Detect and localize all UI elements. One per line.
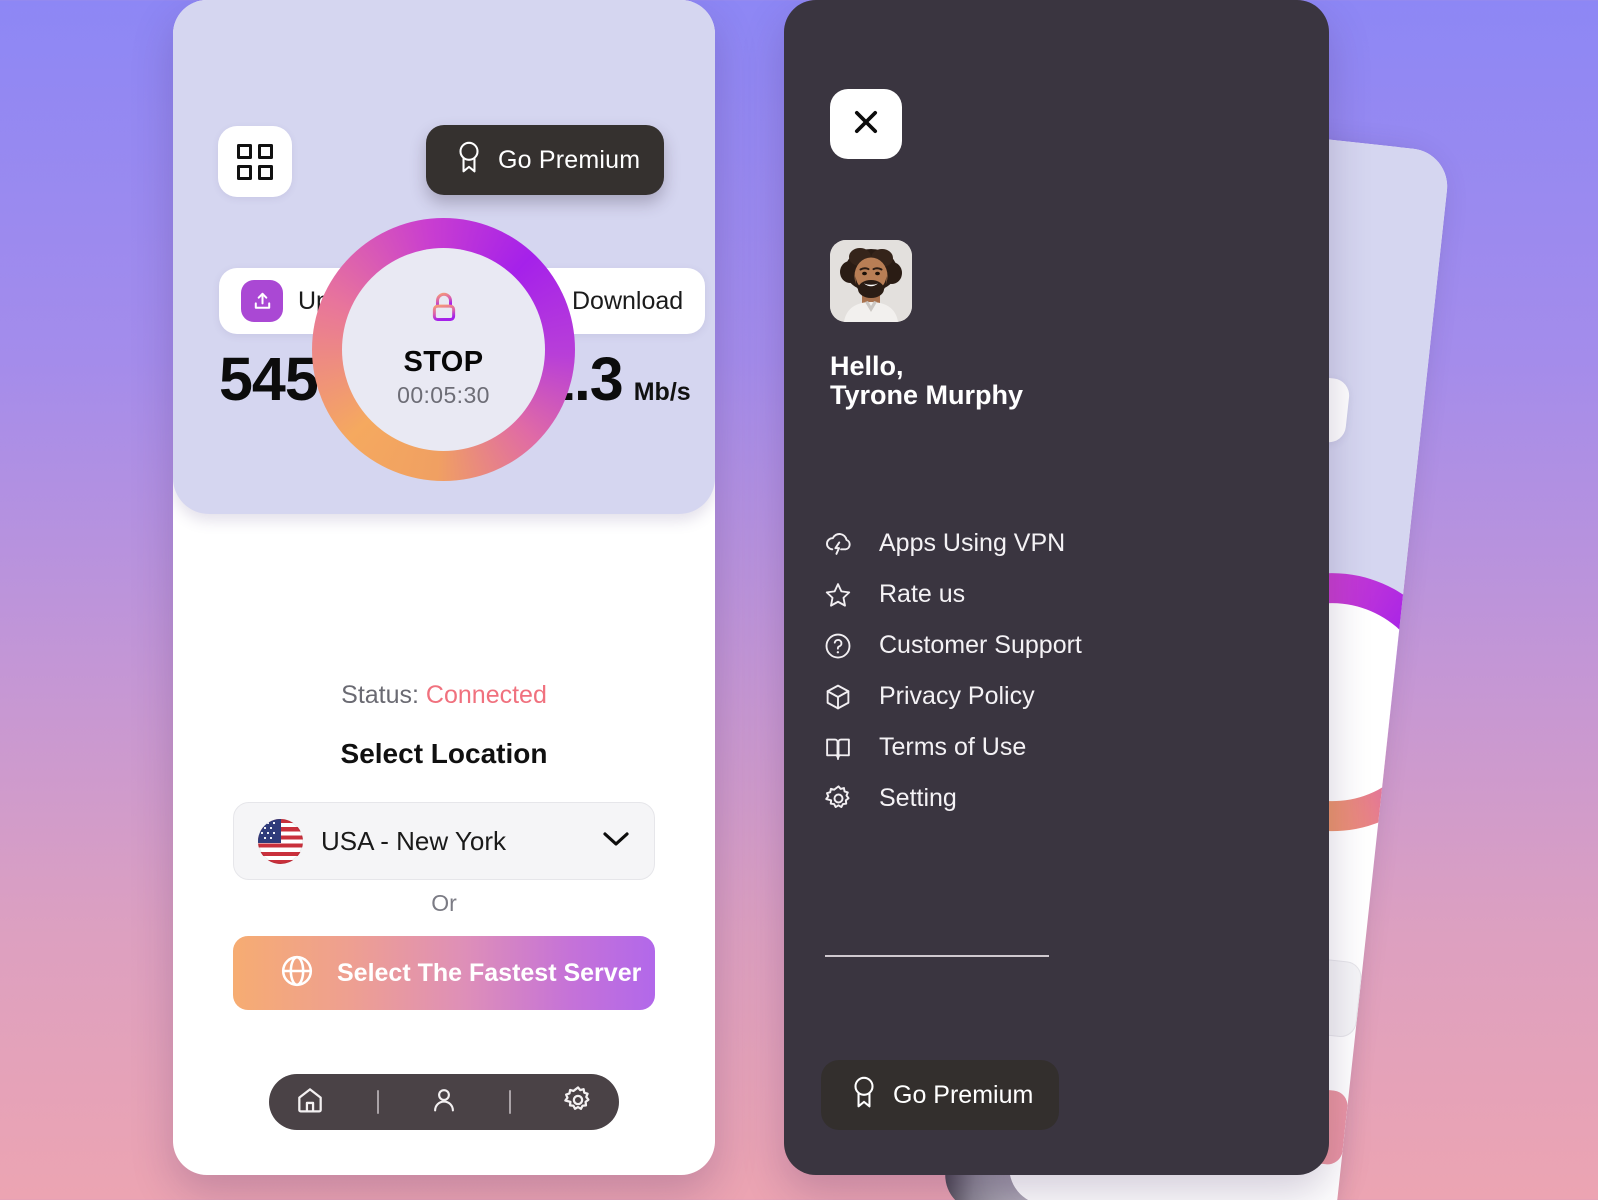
lock-icon [427, 290, 461, 333]
dial-timer: 00:05:30 [397, 382, 490, 408]
go-premium-label: Go Premium [498, 145, 641, 174]
menu-item-setting[interactable]: Setting [822, 773, 1222, 824]
menu-label: Setting [879, 784, 957, 812]
status-badge: Connected [425, 681, 547, 709]
avatar[interactable] [830, 240, 912, 322]
dial-action-label: STOP [403, 346, 484, 378]
tab-settings[interactable] [562, 1084, 594, 1121]
menu-item-customer-support[interactable]: Customer Support [822, 620, 1222, 671]
location-select[interactable]: USA - New York [233, 802, 655, 880]
menu-label: Terms of Use [879, 733, 1027, 761]
greeting-line-1: Hello, [830, 351, 904, 381]
gear-icon [562, 1084, 594, 1121]
home-icon [294, 1084, 326, 1121]
menu-label: Rate us [879, 580, 966, 608]
menu-item-privacy-policy[interactable]: Privacy Policy [822, 671, 1222, 722]
grid-icon [237, 143, 273, 180]
user-icon [429, 1085, 459, 1120]
menu-item-terms-of-use[interactable]: Terms of Use [822, 722, 1222, 773]
status-line: Status: Connected [173, 681, 715, 710]
menu-label: Apps Using VPN [879, 529, 1066, 557]
menu-item-apps-using-vpn[interactable]: Apps Using VPN [822, 518, 1222, 569]
upload-icon [241, 280, 283, 322]
tab-divider-1 [376, 1090, 379, 1114]
menu-label: Customer Support [879, 631, 1082, 659]
menu-label: Privacy Policy [879, 682, 1035, 710]
gear-icon [822, 783, 854, 815]
globe-icon [279, 953, 315, 994]
star-icon [822, 579, 854, 611]
or-separator: Or [431, 890, 457, 916]
drawer-menu: Apps Using VPN Rate us Customer Support [822, 518, 1222, 824]
close-x-icon [849, 105, 883, 144]
tab-home[interactable] [294, 1084, 326, 1121]
status-key: Status: [341, 681, 419, 709]
select-fastest-server-button[interactable]: Select The Fastest Server [233, 936, 655, 1010]
close-drawer-button[interactable] [830, 89, 902, 159]
menu-item-rate-us[interactable]: Rate us [822, 569, 1222, 620]
grid-menu-button[interactable] [218, 126, 292, 197]
select-fastest-server-label: Select The Fastest Server [337, 958, 642, 987]
drawer-go-premium-button[interactable]: Go Premium [821, 1060, 1059, 1130]
question-circle-icon [822, 630, 854, 662]
download-unit: Mb/s [633, 378, 691, 406]
phone-home-screen: Go Premium Upload Download 545 Kb/s [173, 0, 715, 1175]
dial-progress-ring: STOP 00:05:30 [312, 218, 575, 481]
bottom-tab-bar [269, 1074, 619, 1130]
chevron-down-icon [602, 830, 630, 853]
open-book-icon [822, 732, 854, 764]
cube-box-icon [822, 681, 854, 713]
award-medal-icon [849, 1076, 879, 1115]
tab-profile[interactable] [429, 1085, 459, 1120]
drawer-divider [825, 955, 1049, 957]
location-value: USA - New York [321, 825, 506, 856]
download-label: Download [572, 286, 684, 315]
cloud-lightning-icon [822, 528, 854, 560]
tab-divider-2 [509, 1090, 512, 1114]
go-premium-button[interactable]: Go Premium [426, 125, 664, 195]
award-medal-icon [454, 141, 484, 180]
greeting: Hello, Tyrone Murphy [830, 351, 1024, 411]
dial-inner: STOP 00:05:30 [342, 248, 545, 451]
upload-value: 545 [219, 345, 319, 413]
greeting-line-2: Tyrone Murphy [830, 380, 1024, 411]
drawer-go-premium-label: Go Premium [893, 1080, 1034, 1109]
usa-flag-icon [258, 818, 303, 864]
connection-dial[interactable]: STOP 00:05:30 [312, 218, 575, 481]
select-location-title: Select Location [340, 738, 548, 769]
phone-drawer-screen: Hello, Tyrone Murphy Apps Using VPN Rate… [784, 0, 1329, 1175]
